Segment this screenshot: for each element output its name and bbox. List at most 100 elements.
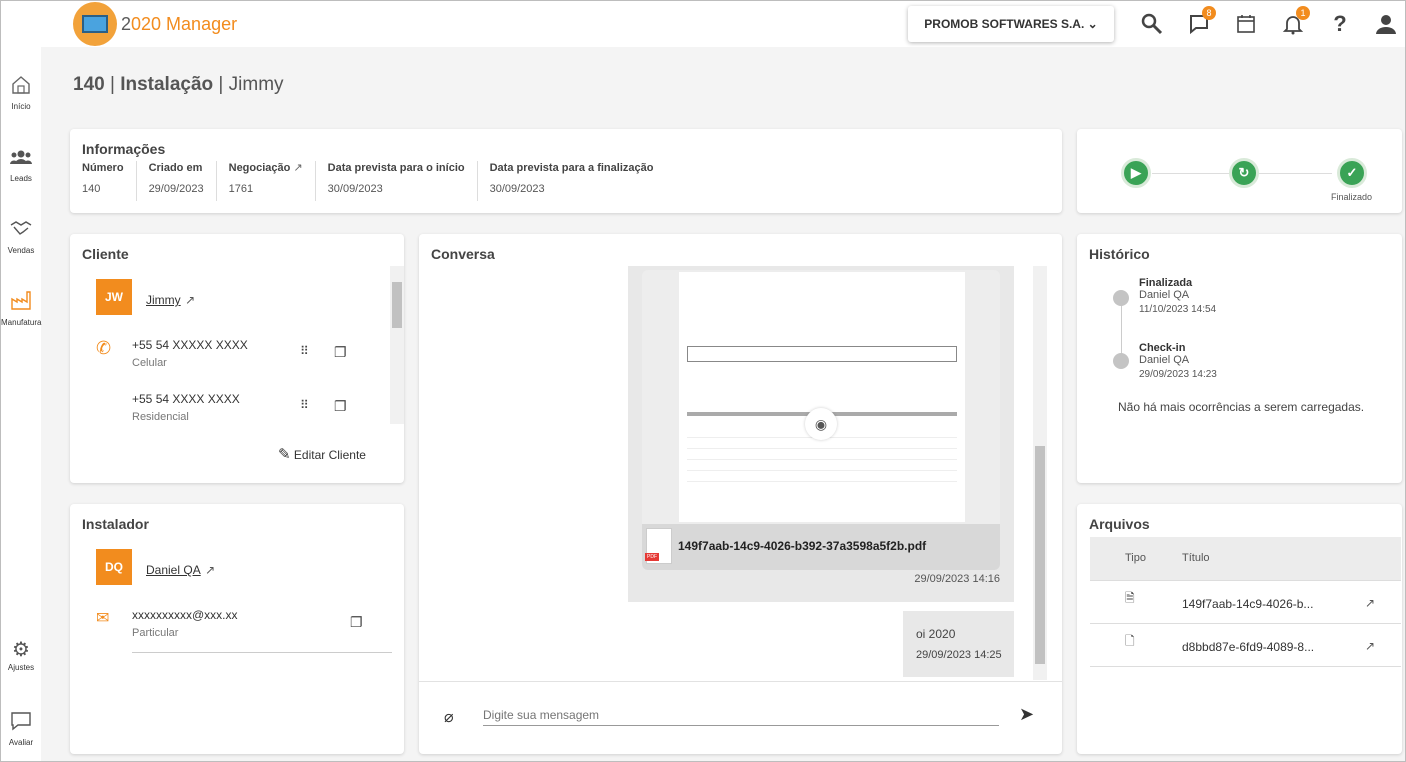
cliente-card: Cliente JW Jimmy ↗ ✆ +55 54 XXXXX XXXX C…: [70, 234, 404, 483]
info-numero: Número 140: [82, 162, 124, 195]
history-end-text: Não há mais ocorrências a serem carregad…: [1118, 400, 1365, 414]
external-link-icon: ↗: [205, 563, 216, 577]
chat-icon[interactable]: 8: [1186, 6, 1216, 37]
files-header: Tipo Título: [1090, 537, 1401, 581]
cliente-scrollbar[interactable]: [390, 266, 404, 424]
user-account-icon[interactable]: [1373, 11, 1399, 37]
handshake-icon: [1, 219, 41, 244]
message-time: 29/09/2023 14:16: [914, 573, 1000, 585]
conversa-scrollbar[interactable]: [1033, 266, 1047, 680]
external-link-icon: ↗: [293, 162, 303, 174]
file-name[interactable]: 149f7aab-14c9-4026-b392-37a3598a5f2b.pdf: [678, 539, 926, 553]
cliente-title: Cliente: [82, 246, 129, 262]
logo-icon: [73, 2, 117, 46]
attach-icon[interactable]: ⌀: [444, 707, 454, 727]
history-event: Check-in Daniel QA 29/09/2023 14:23: [1139, 342, 1217, 380]
home-icon: [1, 75, 41, 100]
instalador-card: Instalador DQ Daniel QA ↗ ✉ xxxxxxxxxx@x…: [70, 504, 404, 754]
pdf-preview[interactable]: ◉: [679, 272, 965, 522]
copy-icon[interactable]: ❐: [350, 614, 363, 631]
phone-2: +55 54 XXXX XXXX Residencial: [132, 392, 240, 423]
gear-icon: ⚙: [12, 639, 30, 661]
company-selector[interactable]: PROMOB SOFTWARES S.A. ⌄: [908, 6, 1114, 42]
info-criado-em: Criado em 29/09/2023: [135, 161, 216, 201]
email-icon: ✉: [96, 610, 110, 627]
historico-title: Histórico: [1089, 246, 1150, 262]
chat-badge: 8: [1202, 6, 1216, 20]
step-refresh-icon: ↻: [1229, 158, 1259, 188]
send-icon[interactable]: ➤: [1019, 704, 1034, 725]
info-data-finalizacao: Data prevista para a finalização 30/09/20…: [476, 161, 666, 201]
step-check-icon: ✓: [1337, 158, 1367, 188]
table-row[interactable]: 🗋 d8bbd87e-6fd9-4089-8... ↗: [1090, 624, 1401, 667]
edit-cliente-button[interactable]: ✎ Editar Cliente: [278, 445, 366, 463]
sidebar-item-ajustes[interactable]: ⚙ Ajustes: [1, 639, 41, 672]
top-bar: 2020 Manager PROMOB SOFTWARES S.A. ⌄ 8 1…: [1, 1, 1405, 47]
sidebar-item-label: Vendas: [7, 246, 35, 255]
feedback-icon: [1, 711, 41, 736]
instalador-title: Instalador: [82, 516, 149, 532]
arquivos-card: Arquivos Tipo Título 🗎 149f7aab-14c9-402…: [1077, 504, 1402, 754]
message-input[interactable]: [483, 704, 999, 726]
file-icon: 🗋: [1125, 634, 1135, 648]
sidebar-item-manufatura[interactable]: Manufatura: [1, 289, 41, 327]
conversa-title: Conversa: [431, 246, 495, 262]
instalador-email: xxxxxxxxxx@xxx.xx Particular: [132, 608, 238, 639]
avatar: DQ: [96, 549, 132, 585]
app-logo[interactable]: 2020 Manager: [73, 2, 237, 46]
dialpad-icon[interactable]: ⠿: [300, 344, 309, 358]
info-negociacao[interactable]: Negociação ↗ 1761: [215, 161, 315, 201]
arquivos-title: Arquivos: [1089, 516, 1150, 532]
sidebar-item-label: Leads: [10, 174, 32, 183]
conversa-card: Conversa ◉ PDF 149f7aab-14c9-4026-b392-3…: [419, 234, 1062, 754]
external-link-icon[interactable]: ↗: [1365, 596, 1375, 610]
logo-text: 2020 Manager: [121, 13, 238, 34]
status-final-label: Finalizado: [1331, 192, 1373, 202]
history-dot: [1113, 353, 1129, 369]
calendar-icon[interactable]: [1233, 11, 1259, 37]
sidebar-item-leads[interactable]: Leads: [1, 149, 41, 183]
text-message: oi 2020 29/09/2023 14:25: [903, 611, 1014, 677]
notification-badge: 1: [1296, 6, 1310, 20]
factory-icon: [1, 289, 41, 316]
search-icon[interactable]: [1139, 11, 1165, 37]
notification-bell-icon[interactable]: 1: [1280, 6, 1310, 37]
sidebar-item-label: Início: [11, 102, 31, 111]
avatar: JW: [96, 279, 132, 315]
sidebar-item-label: Avaliar: [8, 738, 34, 747]
cliente-name-link[interactable]: Jimmy ↗: [146, 291, 195, 309]
file-title: 149f7aab-14c9-4026-b...: [1182, 597, 1314, 611]
copy-icon[interactable]: ❐: [334, 344, 347, 361]
status-stepper-card: ▶ ↻ ✓ Finalizado: [1077, 129, 1402, 213]
eye-icon[interactable]: ◉: [805, 408, 837, 440]
sidebar-item-avaliar[interactable]: Avaliar: [1, 711, 41, 747]
pdf-file-icon: 🗎: [1125, 591, 1135, 605]
pdf-file-icon: PDF: [645, 528, 672, 564]
history-event: Finalizada Daniel QA 11/10/2023 14:54: [1139, 277, 1217, 315]
file-message: ◉ PDF 149f7aab-14c9-4026-b392-37a3598a5f…: [628, 266, 1014, 602]
sidebar: Início Leads Vendas Manufatura ⚙ Ajustes…: [1, 47, 41, 761]
pencil-icon: ✎: [278, 446, 291, 463]
historico-card: Histórico Finalizada Daniel QA 11/10/202…: [1077, 234, 1402, 483]
page-title: 140 | Instalação | Jimmy: [73, 74, 284, 95]
instalador-name-link[interactable]: Daniel QA ↗: [146, 561, 215, 579]
step-start-icon: ▶: [1121, 158, 1151, 188]
sidebar-item-label: Manufatura: [1, 318, 42, 327]
help-icon[interactable]: ?: [1327, 11, 1353, 37]
sidebar-item-vendas[interactable]: Vendas: [1, 219, 41, 255]
phone-1: +55 54 XXXXX XXXX Celular: [132, 338, 248, 369]
people-icon: [1, 149, 41, 172]
file-title: d8bbd87e-6fd9-4089-8...: [1182, 640, 1315, 654]
sidebar-item-label: Ajustes: [7, 663, 35, 672]
external-link-icon[interactable]: ↗: [1365, 639, 1375, 653]
external-link-icon: ↗: [185, 293, 196, 307]
table-row[interactable]: 🗎 149f7aab-14c9-4026-b... ↗: [1090, 581, 1401, 624]
info-data-inicio: Data prevista para o início 30/09/2023: [314, 161, 477, 201]
dialpad-icon[interactable]: ⠿: [300, 398, 309, 412]
info-title: Informações: [82, 141, 166, 157]
sidebar-item-inicio[interactable]: Início: [1, 75, 41, 111]
info-card: Informações Número 140 Criado em 29/09/202…: [70, 129, 1062, 213]
phone-icon: ✆: [96, 338, 112, 358]
history-dot: [1113, 290, 1129, 306]
copy-icon[interactable]: ❐: [334, 398, 347, 415]
